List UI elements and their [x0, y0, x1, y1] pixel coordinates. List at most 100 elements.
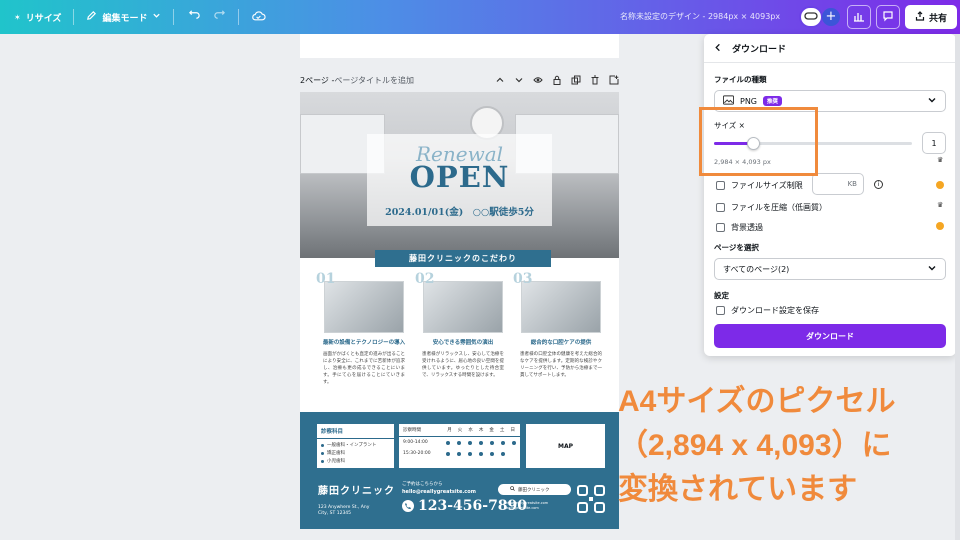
- invite-plus-button[interactable]: +: [822, 8, 840, 26]
- feature-number: 02: [415, 271, 435, 287]
- info-icon[interactable]: i: [874, 180, 883, 189]
- add-page-icon[interactable]: [609, 75, 619, 85]
- checkbox[interactable]: [716, 223, 725, 232]
- schedule-cells: [446, 451, 516, 456]
- feature-photo: [521, 281, 601, 333]
- kb-input[interactable]: KB: [812, 173, 864, 195]
- user-avatar-icon: [804, 11, 818, 24]
- bullet-icon: [321, 451, 324, 455]
- right-scrollbar[interactable]: [955, 34, 960, 540]
- chevron-down-icon[interactable]: [514, 75, 524, 85]
- comment-icon: [882, 10, 894, 25]
- day-label: 土: [499, 428, 505, 433]
- panel-divider: [704, 62, 956, 63]
- transparent-bg-checkbox[interactable]: 背景透過: [716, 222, 763, 233]
- download-panel-header: ダウンロード: [714, 42, 786, 55]
- schedule-header: 診察時間 月 火 水 木 金 土 日: [399, 424, 520, 437]
- checkbox[interactable]: [716, 203, 725, 212]
- insights-button[interactable]: [847, 5, 871, 29]
- department-item: 一般歯科・インプラント: [317, 441, 394, 449]
- schedule-row: 9:00-14:00: [399, 437, 520, 448]
- edit-mode-label: 編集モード: [102, 13, 148, 24]
- schedule-open-dot: [512, 440, 516, 445]
- feature-body: 患者様がリラックスし、安心して治療を受けれるように、居心地の良い空間を提供してい…: [422, 352, 504, 378]
- info-footer: 診察科目 一般歯科・インプラント 矯正歯科 小児歯科 診察時間 月 火 水 木 …: [300, 412, 619, 529]
- feature-title: 総合的な口腔ケアの提供: [530, 340, 592, 346]
- feature-title: 最新の設備とテクノロジーの導入: [322, 340, 406, 346]
- schedule-open-dot: [479, 440, 483, 445]
- page-title-input[interactable]: ページタイトルを追加: [334, 75, 414, 86]
- edit-mode-button[interactable]: 編集モード: [86, 0, 161, 34]
- compress-label: ファイルを圧縮（低画質）: [731, 203, 827, 212]
- checkbox[interactable]: [716, 181, 725, 190]
- bullet-icon: [321, 443, 324, 447]
- hero-photo[interactable]: Renewal OPEN 2024.01/01(金) ○○駅徒歩5分: [300, 92, 619, 258]
- feature-body: 画面がかばくとも直定の進みが出ることにより安全に、これまでに苦新体が追求し、治療…: [323, 352, 405, 385]
- share-button[interactable]: 共有: [905, 5, 957, 29]
- section-title-banner: 藤田クリニックのこだわり: [375, 250, 551, 267]
- feature-title: 安心できる雰囲気の演出: [432, 340, 494, 346]
- clinic-address: 123 Anywhere St., Any City, ST 12345: [318, 505, 370, 516]
- feature-card: 03 総合的な口腔ケアの提供 患者様の口腔全体の健康を考えた総合的なケアを提供し…: [513, 271, 605, 379]
- previous-page-canvas[interactable]: [300, 34, 619, 58]
- checkbox[interactable]: [716, 306, 725, 315]
- redo-icon[interactable]: [213, 9, 226, 25]
- image-icon: [723, 95, 734, 107]
- pages-select[interactable]: すべてのページ(2): [714, 258, 946, 280]
- schedule-open-dot: [446, 451, 450, 456]
- premium-crown-icon: [936, 222, 944, 230]
- feature-photo: [423, 281, 503, 333]
- schedule-cells: [446, 440, 516, 445]
- toolbar-divider: [173, 9, 175, 25]
- feature-number: 03: [513, 271, 533, 287]
- schedule-open-dot: [501, 440, 505, 445]
- limit-size-checkbox[interactable]: ファイルサイズ制限: [716, 180, 803, 191]
- cloud-save-icon[interactable]: [251, 10, 267, 25]
- schedule-time: 15:30-20:00: [403, 451, 431, 456]
- contact-email: hello@reallygreatsite.com: [402, 489, 476, 495]
- download-panel-title: ダウンロード: [732, 45, 787, 55]
- search-pill: 藤田クリニック: [498, 484, 571, 495]
- lock-icon[interactable]: [552, 75, 562, 85]
- download-button[interactable]: ダウンロード: [714, 324, 946, 348]
- flyer-page-canvas[interactable]: Renewal OPEN 2024.01/01(金) ○○駅徒歩5分 藤田クリニ…: [300, 92, 619, 529]
- save-settings-checkbox[interactable]: ダウンロード設定を保存: [716, 305, 819, 316]
- chevron-up-icon[interactable]: [495, 75, 505, 85]
- premium-crown-icon: ♛: [937, 201, 944, 209]
- chevron-down-icon: [152, 11, 161, 23]
- pencil-icon: [86, 10, 97, 24]
- search-icon: [510, 486, 515, 493]
- avatar[interactable]: [799, 6, 823, 28]
- schedule-open-dot: [479, 451, 483, 456]
- size-value-input[interactable]: 1: [922, 132, 946, 154]
- trash-icon[interactable]: [590, 75, 600, 85]
- website-line: reallygreatsite.com: [505, 506, 539, 510]
- duplicate-icon[interactable]: [571, 75, 581, 85]
- day-label: 木: [478, 428, 484, 433]
- back-chevron-icon[interactable]: [714, 43, 722, 55]
- schedule-open-dot: [490, 451, 494, 456]
- clinic-name: 藤田クリニック: [318, 486, 395, 497]
- recommended-badge: 推奨: [763, 96, 783, 106]
- departments-box: 診察科目 一般歯科・インプラント 矯正歯科 小児歯科: [317, 424, 394, 468]
- compress-checkbox[interactable]: ファイルを圧縮（低画質）: [716, 202, 827, 213]
- document-title[interactable]: 名称未設定のデザイン - 2984px × 4093px: [620, 11, 780, 22]
- annotation-text: A4サイズのピクセル （2,894 x 4,093）に 変換されています: [618, 380, 958, 512]
- eye-icon[interactable]: [533, 75, 543, 85]
- annotation-line: 変換されています: [618, 473, 858, 506]
- feature-photo: [324, 281, 404, 333]
- schedule-open-dot: [501, 451, 505, 456]
- schedule-open-dot: [468, 451, 472, 456]
- day-label: 火: [457, 428, 463, 433]
- page-actions: [495, 75, 619, 85]
- select-pages-label: ページを選択: [714, 243, 759, 252]
- day-label: 金: [489, 428, 494, 433]
- share-label: 共有: [928, 13, 947, 24]
- comment-button[interactable]: [876, 5, 900, 29]
- undo-icon[interactable]: [188, 9, 201, 25]
- resize-button[interactable]: ✶ リサイズ: [14, 0, 61, 34]
- file-type-label: ファイルの種類: [714, 75, 767, 84]
- resize-label: リサイズ: [25, 13, 62, 24]
- premium-crown-icon: ♛: [937, 156, 944, 164]
- share-upload-icon: [915, 10, 925, 24]
